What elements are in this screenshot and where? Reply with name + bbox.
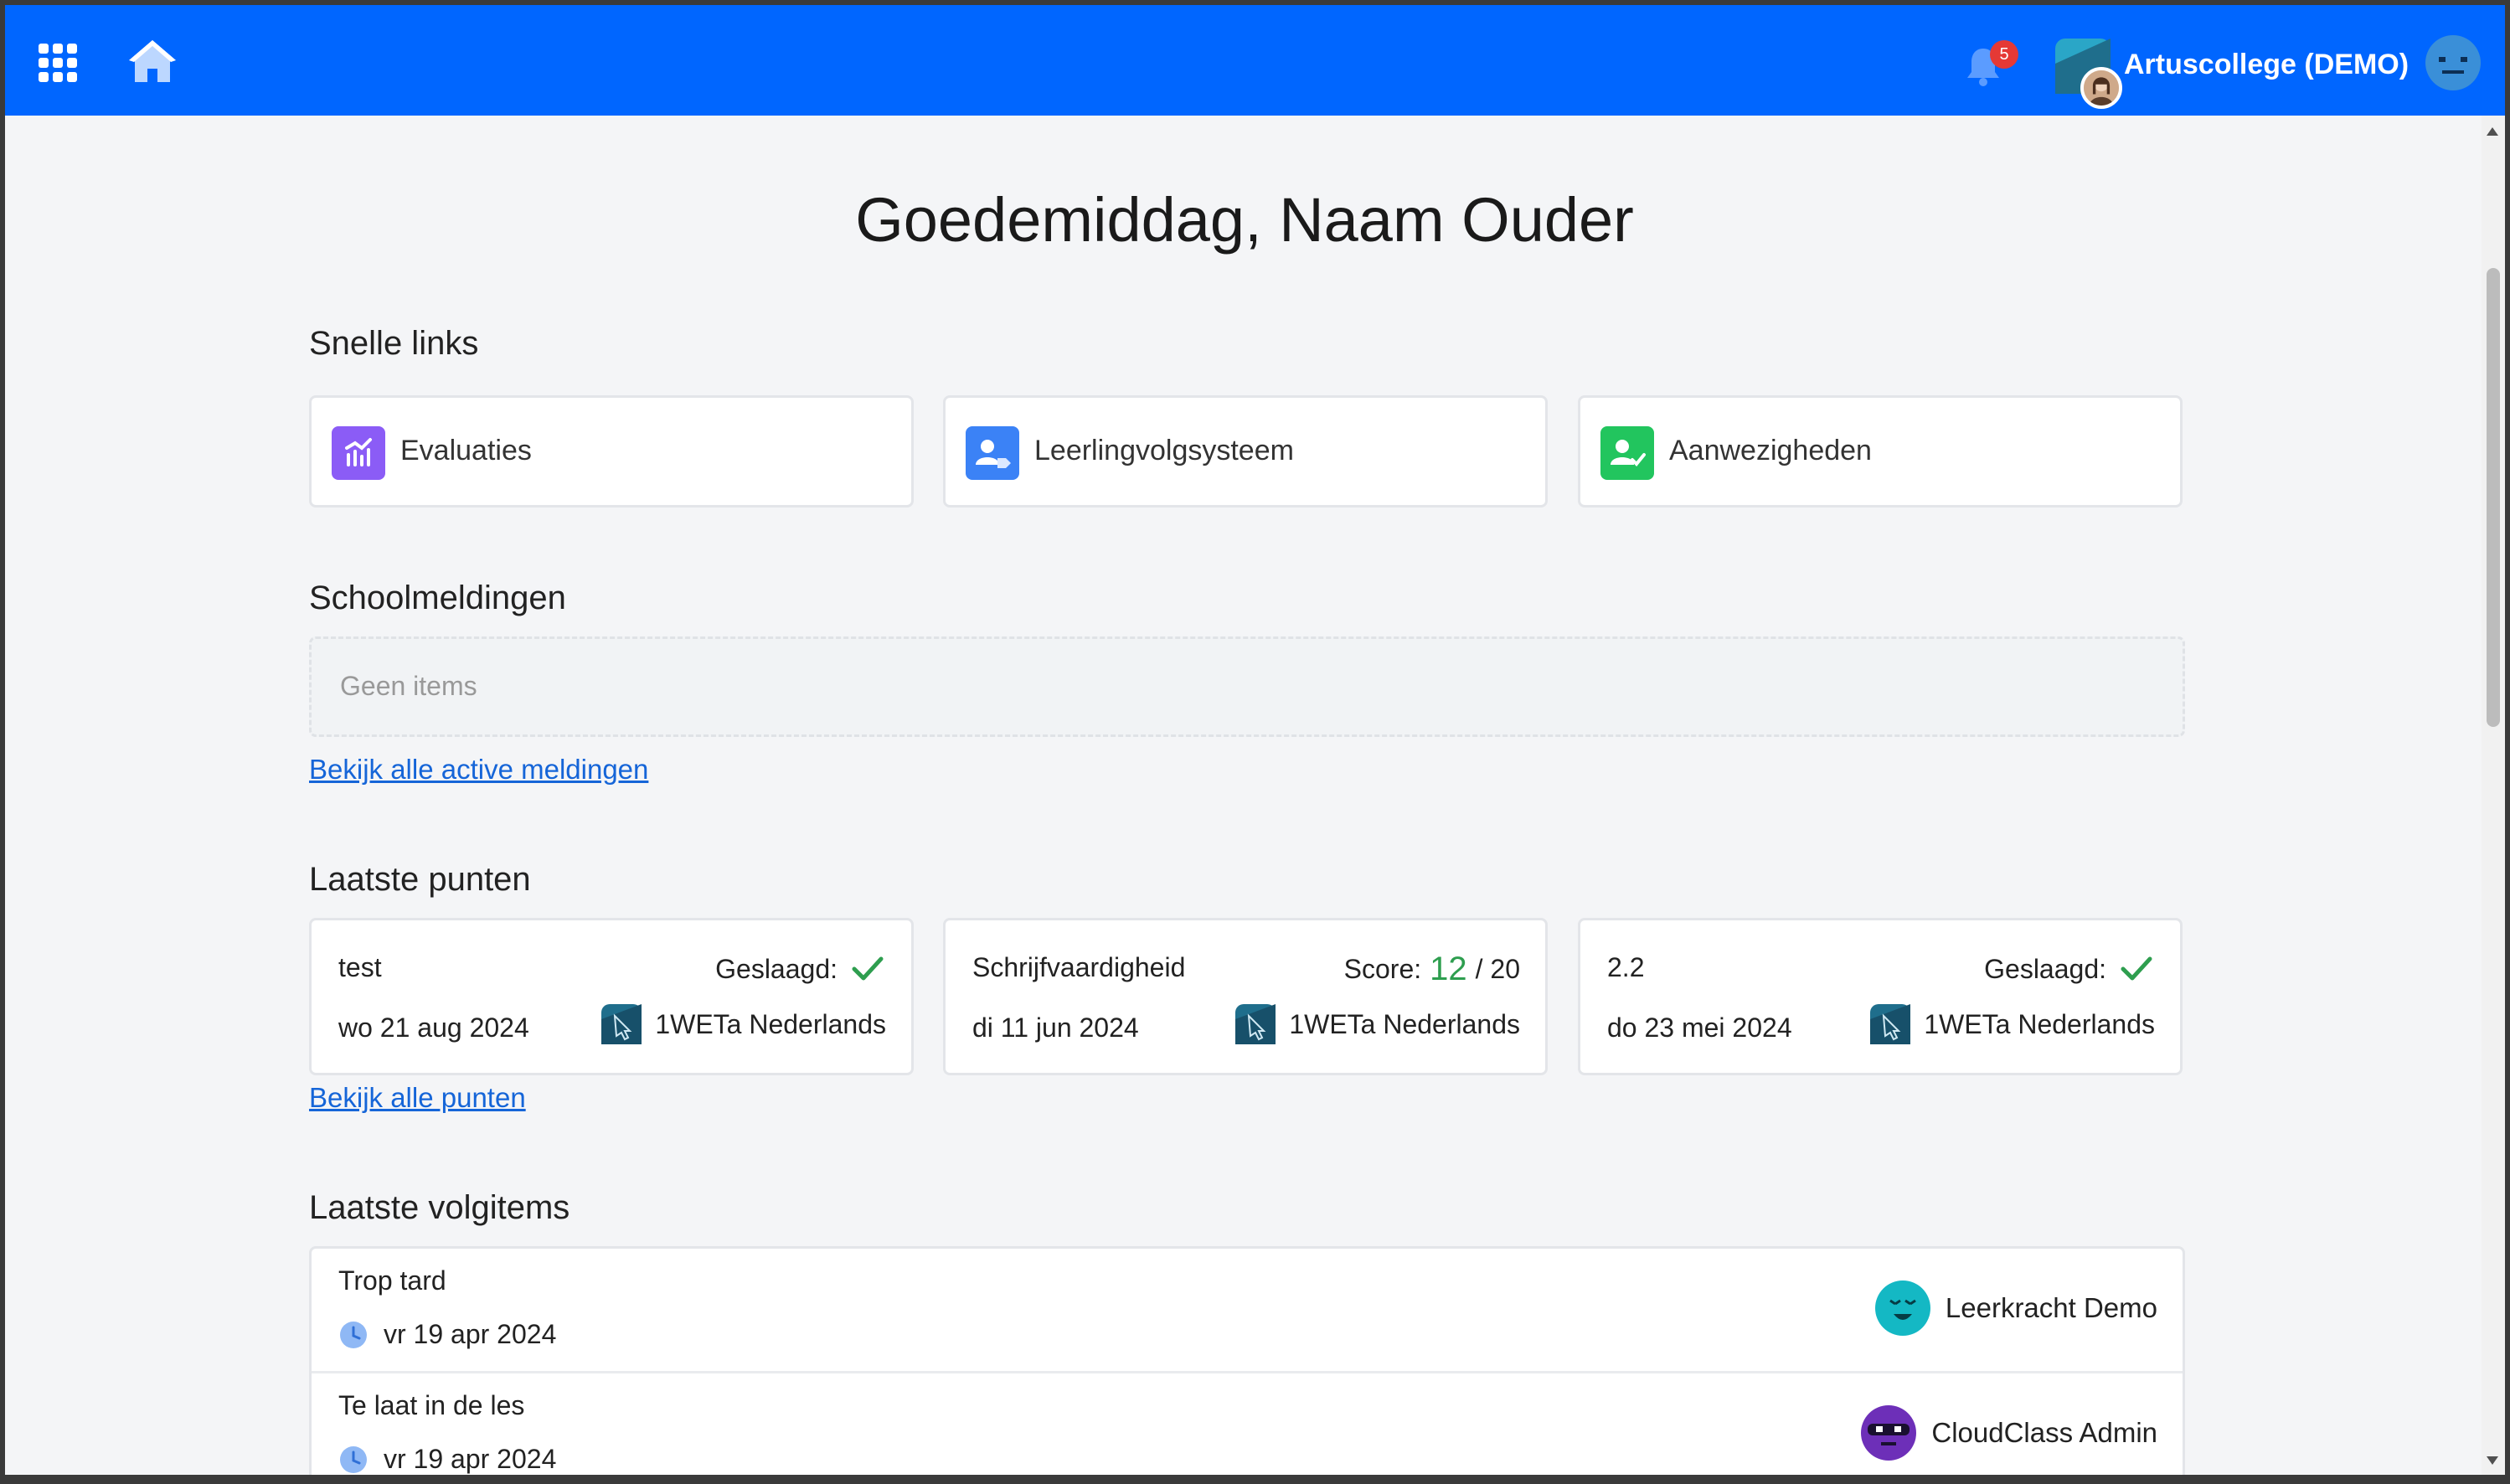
follow-item-date: vr 19 apr 2024 [338,1319,556,1350]
point-date: do 23 mei 2024 [1607,1013,1792,1043]
status-label: Geslaagd: [1984,953,2106,984]
apps-grid-icon[interactable] [39,44,77,82]
notification-count-badge: 5 [1990,40,2018,69]
scrollbar-thumb[interactable] [2487,268,2500,727]
point-course: 1WETa Nederlands [601,1004,886,1044]
course-icon [1870,1004,1911,1044]
check-icon [2121,956,2152,981]
score-value: 12 [1430,951,1467,987]
quick-link-label: Leerlingvolgsysteem [1034,435,1294,466]
point-title: Schrijfvaardigheid [972,952,1186,982]
top-bar: 5 Artuscollege (DEMO) [5,5,2505,116]
status-label: Geslaagd: [715,953,838,984]
scroll-down-arrow-icon[interactable] [2487,1456,2498,1465]
view-all-points-link[interactable]: Bekijk alle punten [309,1082,526,1114]
latest-follow-items-title: Laatste volgitems [309,1189,570,1226]
latest-points-title: Laatste punten [309,861,531,898]
check-icon [852,956,884,981]
date-text: vr 19 apr 2024 [384,1444,557,1474]
follow-item-row[interactable]: Trop tard vr 19 apr 2024 Leerkracht Demo [312,1249,2183,1371]
follow-item-date: vr 19 apr 2024 [338,1444,556,1475]
author-name: CloudClass Admin [1931,1417,2157,1448]
follow-item-title: Te laat in de les [338,1390,525,1420]
page-scrollbar[interactable] [2482,116,2505,1475]
status-label: Score: [1343,954,1422,984]
user-avatar-icon[interactable] [2425,35,2481,90]
author-avatar-icon [1874,1280,1930,1336]
course-icon [1235,1004,1276,1044]
point-title: 2.2 [1607,952,1645,982]
chart-icon [332,426,385,480]
user-check-icon [1600,426,1654,480]
quick-link-label: Aanwezigheden [1669,435,1872,466]
course-icon [601,1004,642,1044]
empty-state-text: Geen items [340,671,477,701]
quick-link-evaluaties[interactable]: Evaluaties [309,395,914,508]
follow-item-author: Leerkracht Demo [1874,1280,2157,1336]
school-notifications-title: Schoolmeldingen [309,580,566,616]
follow-item-title: Trop tard [338,1265,446,1296]
point-course: 1WETa Nederlands [1870,1004,2155,1044]
page-title: Goedemiddag, Naam Ouder [855,185,1634,255]
point-date: di 11 jun 2024 [972,1013,1139,1043]
school-switcher[interactable]: Artuscollege (DEMO) [2049,33,2409,109]
parent-avatar [2080,67,2122,109]
point-card[interactable]: Schrijfvaardigheid Score: 12 / 20 di 11 … [943,918,1548,1075]
point-course: 1WETa Nederlands [1235,1004,1520,1044]
quick-link-aanwezigheden[interactable]: Aanwezigheden [1578,395,2183,508]
follow-items-list: Trop tard vr 19 apr 2024 Leerkracht Demo… [309,1246,2185,1475]
point-card[interactable]: test Geslaagd: wo 21 aug 2024 1WETa Nede… [309,918,914,1075]
quick-links-title: Snelle links [309,325,479,362]
student-tag-icon [966,426,1019,480]
follow-item-author: CloudClass Admin [1861,1405,2157,1461]
author-avatar-icon [1861,1405,1917,1461]
point-title: test [338,952,382,982]
follow-item-row[interactable]: Te laat in de les vr 19 apr 2024 CloudCl… [312,1371,2183,1475]
home-icon[interactable] [127,37,178,87]
point-status: Geslaagd: [1984,951,2155,987]
clock-icon [340,1445,367,1473]
score-max: / 20 [1475,954,1520,984]
course-name: 1WETa Nederlands [655,1008,886,1039]
clock-icon [340,1321,367,1348]
date-text: vr 19 apr 2024 [384,1319,557,1349]
app-window: 5 Artuscollege (DEMO) Goedemiddag, Naam … [5,5,2505,1475]
point-card[interactable]: 2.2 Geslaagd: do 23 mei 2024 1WETa Neder… [1578,918,2183,1075]
course-name: 1WETa Nederlands [1289,1008,1520,1039]
author-name: Leerkracht Demo [1945,1292,2157,1323]
point-date: wo 21 aug 2024 [338,1013,529,1043]
point-status: Geslaagd: [715,951,886,987]
school-name: Artuscollege (DEMO) [2124,49,2409,80]
scroll-up-arrow-icon[interactable] [2487,127,2498,136]
view-all-notifications-link[interactable]: Bekijk alle active meldingen [309,754,648,786]
quick-link-label: Evaluaties [400,435,532,466]
school-notifications-empty: Geen items [309,636,2185,737]
quick-link-leerlingvolgsysteem[interactable]: Leerlingvolgsysteem [943,395,1548,508]
point-status: Score: 12 / 20 [1344,951,1520,988]
course-name: 1WETa Nederlands [1924,1008,2155,1039]
